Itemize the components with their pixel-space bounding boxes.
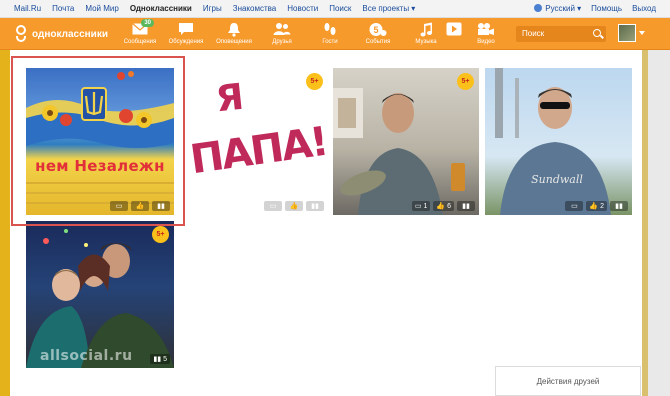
ok-logo[interactable]: одноклассники [14,25,108,43]
age-rating-badge: 5+ [306,73,323,90]
chat-bubble-icon [164,21,208,37]
nav-notifications-label: Оповещения [216,39,252,45]
footprints-icon [308,21,352,37]
nav-friends-label: Друзья [272,39,292,45]
photo-image: Sundwall [495,68,611,215]
photo-card[interactable]: Я ПАПА! 5+ ▭ 👍 ▮▮ [180,68,328,215]
nav-discussions[interactable]: Обсуждения [164,21,208,45]
language-selector[interactable]: Русский ▾ [534,4,581,13]
link-dating[interactable]: Знакомства [233,4,277,13]
views-stat[interactable]: ▮▮ [457,201,475,211]
friends-icon [260,21,304,37]
nav-events[interactable]: 5 События [356,21,400,45]
nav-friends[interactable]: Друзья [260,21,304,45]
comments-stat[interactable]: ▭ [264,201,282,211]
search-icon[interactable] [593,29,601,37]
photo-stats: ▮▮ 5 [150,354,170,364]
nav-events-label: События [365,39,391,45]
photo-stats: ▭ 👍 ▮▮ [264,201,324,211]
age-rating-badge: 5+ [457,73,474,90]
help-link[interactable]: Помощь [591,4,622,13]
likes-stat[interactable]: 👍 [285,201,303,211]
nav-music-label: Музыка [415,39,437,45]
nav-messages-label: Сообщения [123,39,157,45]
views-stat[interactable]: ▮▮ [306,201,324,211]
globe-icon [534,4,543,12]
nav-guests-label: Гости [322,39,338,45]
watermark: allsocial.ru [40,348,133,364]
friends-activity-button[interactable]: Действия друзей [495,366,641,396]
video-camera-icon [464,21,508,37]
link-mail[interactable]: Почта [52,4,74,13]
bell-icon [212,21,256,37]
link-mailru[interactable]: Mail.Ru [14,4,41,13]
messages-count-badge: 30 [141,19,154,27]
comments-stat[interactable]: ▭ 1 [411,201,431,211]
search-input[interactable]: Поиск [516,26,606,42]
link-mymir[interactable]: Мой Мир [85,4,118,13]
ok-logo-icon [14,25,28,43]
photo-image [333,88,465,215]
nav-discussions-label: Обсуждения [168,39,204,45]
logout-link[interactable]: Выход [632,4,656,13]
events-icon: 5 [356,21,400,37]
photo-stats: ▭ 1 👍 6 ▮▮ [411,201,475,211]
likes-stat[interactable]: 👍 2 [586,201,607,211]
svg-text:5: 5 [373,25,378,35]
language-label: Русский ▾ [545,4,582,13]
photo-card[interactable]: 5+ ▭ 1 👍 6 ▮▮ [333,68,479,215]
nav-video-label: Видео [477,39,495,45]
photo-caption: Я ПАПА! [187,76,328,184]
link-news[interactable]: Новости [287,4,318,13]
views-stat[interactable]: ▮▮ 5 [150,354,170,364]
ok-navbar: одноклассники 30 Сообщения Обсуждения Оп… [0,18,670,50]
photo-image [26,229,174,368]
photo-card[interactable]: Sundwall ▭ 👍 2 ▮▮ [485,68,632,215]
portal-links: Mail.Ru Почта Мой Мир Одноклассники Игры… [14,4,415,13]
nav-guests[interactable]: Гости [308,21,352,45]
right-column [642,50,670,396]
logo-text: одноклассники [32,28,108,40]
all-projects-dropdown[interactable]: Все проекты ▾ [362,4,415,13]
user-avatar[interactable] [618,24,636,42]
comments-stat[interactable]: ▭ [565,201,584,211]
envelope-icon [118,21,162,37]
link-games[interactable]: Игры [203,4,222,13]
link-odnoklassniki[interactable]: Одноклассники [130,4,192,13]
link-search[interactable]: Поиск [329,4,351,13]
likes-stat[interactable]: 👍 6 [433,201,454,211]
photo-stats: ▭ 👍 2 ▮▮ [565,201,628,211]
left-decor-column [0,50,10,396]
views-stat[interactable]: ▮▮ [610,201,628,211]
nav-notifications[interactable]: Оповещения [212,21,256,45]
search-placeholder: Поиск [522,29,545,38]
svg-text:Sundwall: Sundwall [531,173,583,186]
nav-video[interactable]: Видео [464,21,508,45]
age-rating-badge: 5+ [152,226,169,243]
mailru-topbar: Mail.Ru Почта Мой Мир Одноклассники Игры… [0,0,670,18]
selected-photo-highlight [11,56,185,226]
nav-messages[interactable]: 30 Сообщения [118,19,162,45]
photo-card[interactable]: 5+ ▮▮ 5 [26,221,174,368]
chevron-down-icon[interactable] [639,31,645,35]
